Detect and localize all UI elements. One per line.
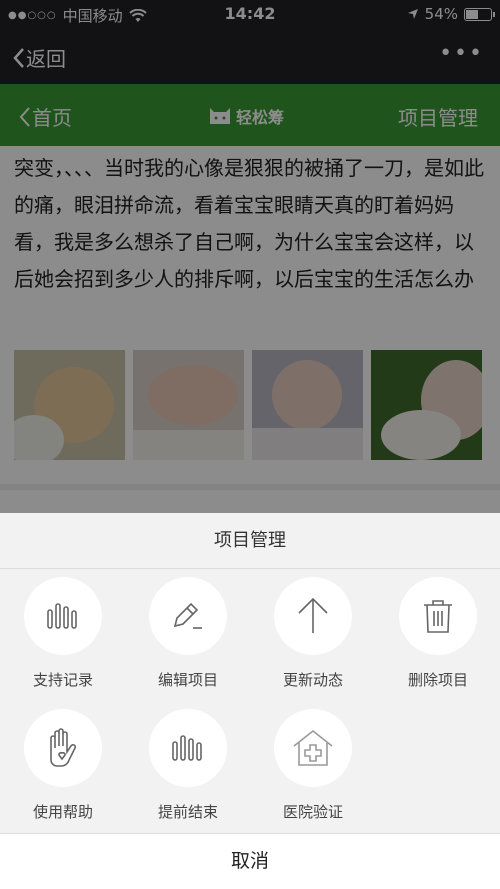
edit-project-button[interactable]: 编辑项目 xyxy=(133,577,243,690)
bars-icon xyxy=(172,735,202,761)
support-records-label: 支持记录 xyxy=(32,671,93,689)
bars-icon xyxy=(47,603,77,629)
trash-icon xyxy=(424,600,452,633)
edit-project-label: 编辑项目 xyxy=(157,671,218,689)
post-update-label: 更新动态 xyxy=(282,671,343,689)
delete-project-button[interactable]: 删除项目 xyxy=(383,577,493,690)
help-button[interactable]: 使用帮助 xyxy=(8,709,118,822)
post-update-button[interactable]: 更新动态 xyxy=(258,577,368,690)
support-records-button[interactable]: 支持记录 xyxy=(8,577,118,690)
action-sheet: 项目管理 支持记录 编辑项目 更新动态 删除项目 使用帮助 提前结束 医院验证 … xyxy=(0,513,500,889)
cancel-button[interactable]: 取消 xyxy=(0,833,500,889)
help-label: 使用帮助 xyxy=(32,803,93,821)
hospital-icon xyxy=(293,729,333,766)
action-sheet-title: 项目管理 xyxy=(0,513,500,569)
arrow-up-icon xyxy=(298,597,328,633)
hospital-verify-label: 医院验证 xyxy=(282,803,343,821)
pencil-icon xyxy=(173,602,202,629)
delete-project-label: 删除项目 xyxy=(407,671,468,689)
end-early-label: 提前结束 xyxy=(157,803,218,821)
hospital-verify-button[interactable]: 医院验证 xyxy=(258,709,368,822)
end-early-button[interactable]: 提前结束 xyxy=(133,709,243,822)
hand-heart-icon xyxy=(50,728,77,767)
